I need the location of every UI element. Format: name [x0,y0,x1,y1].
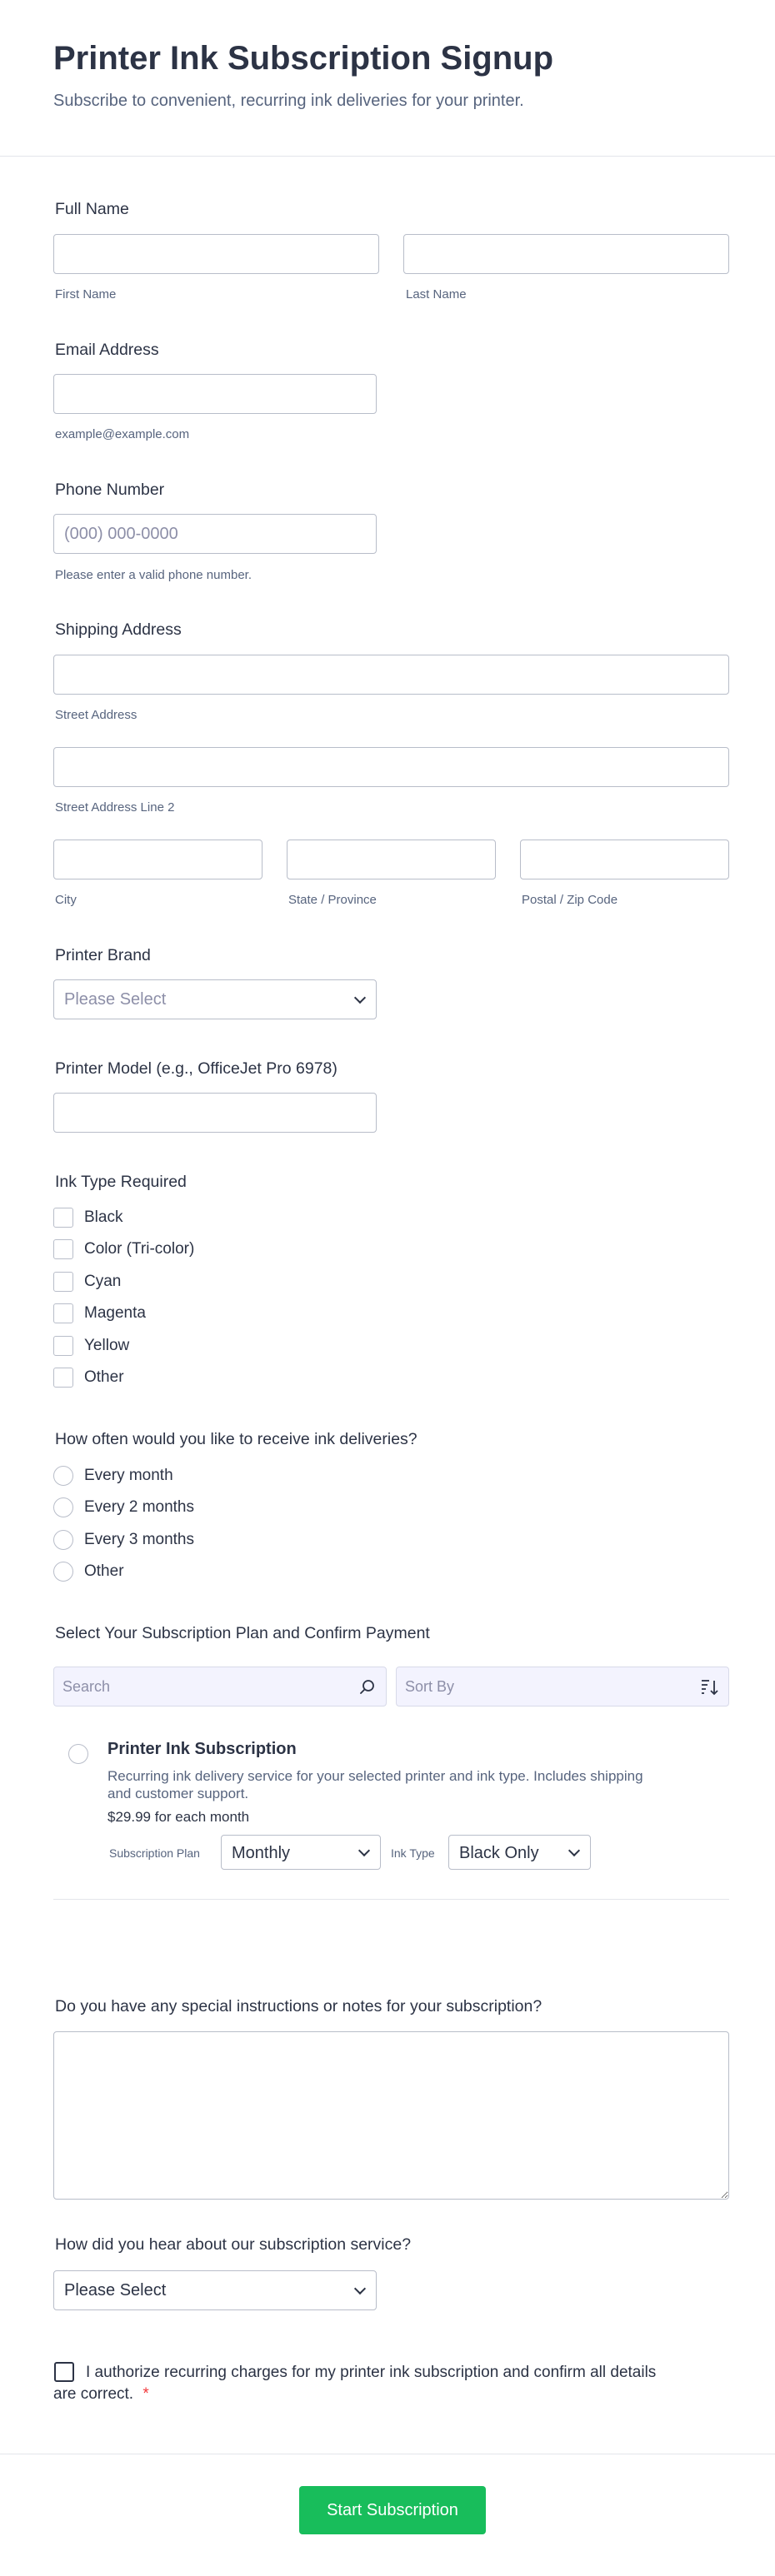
ink-type-option-label: Magenta [84,1304,146,1322]
printer-brand-select[interactable]: Please Select [53,979,377,1019]
email-sublabel: example@example.com [55,427,190,441]
subscription-plan-select[interactable]: Monthly [221,1835,381,1870]
printer-model-label: Printer Model (e.g., OfficeJet Pro 6978) [55,1059,338,1078]
referral-value: Please Select [64,2281,167,2299]
chevron-down-icon [353,2282,367,2295]
phone-label: Phone Number [55,481,165,499]
search-icon [360,1680,374,1694]
printer-model-input[interactable] [53,1093,377,1133]
referral-select[interactable]: Please Select [53,2270,377,2310]
product-radio[interactable] [68,1744,88,1764]
address-label: Shipping Address [55,620,182,639]
frequency-option-label: Every 3 months [84,1531,194,1548]
first-name-sublabel: First Name [55,287,117,301]
referral-label: How did you hear about our subscription … [55,2235,412,2254]
last-name-sublabel: Last Name [406,287,467,301]
page-title: Printer Ink Subscription Signup [53,40,554,77]
frequency-label: How often would you like to receive ink … [55,1430,418,1448]
plan-divider [53,1899,729,1900]
product-name: Printer Ink Subscription [108,1740,297,1758]
email-label: Email Address [55,341,159,359]
notes-label: Do you have any special instructions or … [55,1997,542,2015]
last-name-input[interactable] [403,234,729,274]
ink-type-checkbox[interactable] [53,1368,73,1388]
header-divider [0,156,775,157]
product-item[interactable]: Printer Ink Subscription Recurring ink d… [53,1732,729,1899]
start-subscription-button[interactable]: Start Subscription [299,2486,486,2534]
frequency-radio[interactable] [53,1530,73,1550]
ink-type-label: Ink Type Required [55,1173,187,1191]
product-price-row: $29.99 for each month [108,1809,249,1826]
plan-label: Select Your Subscription Plan and Confir… [55,1624,430,1642]
chevron-down-icon [568,1844,581,1857]
ink-type-checkbox[interactable] [53,1239,73,1259]
subscription-plan-value: Monthly [232,1844,291,1862]
chevron-down-icon [358,1844,371,1857]
street-address-input[interactable] [53,655,729,695]
ink-type-checkbox[interactable] [53,1303,73,1323]
phone-placeholder: (000) 000-0000 [64,525,178,543]
email-input[interactable] [53,374,377,414]
state-sublabel: State / Province [288,893,377,907]
required-marker: * [142,2385,149,2403]
city-input[interactable] [53,840,262,879]
first-name-input[interactable] [53,234,379,274]
ink-type-option-label: Other [84,1368,124,1386]
phone-input[interactable]: (000) 000-0000 [53,514,377,554]
ink-type-select[interactable]: Black Only [448,1835,591,1870]
product-price-suffix: for each month [154,1809,250,1825]
authorize-text: I authorize recurring charges for my pri… [53,2362,662,2405]
product-description: Recurring ink delivery service for your … [108,1768,643,1801]
search-placeholder: Search [62,1678,111,1695]
product-search-input[interactable]: Search [53,1667,387,1707]
frequency-radio[interactable] [53,1497,73,1517]
street-address-sublabel: Street Address [55,708,138,722]
frequency-radio[interactable] [53,1466,73,1486]
product-price: $29.99 [108,1809,151,1825]
sort-by-select[interactable]: Sort By [396,1667,729,1707]
city-sublabel: City [55,893,77,907]
zip-sublabel: Postal / Zip Code [522,893,618,907]
street-address-2-input[interactable] [53,747,729,787]
ink-type-checkbox[interactable] [53,1208,73,1228]
subscription-plan-label: Subscription Plan [109,1846,200,1860]
ink-type-option-label: Color (Tri-color) [84,1240,195,1258]
ink-type-option-label: Black [84,1208,123,1226]
frequency-option-label: Every month [84,1467,173,1484]
frequency-option-label: Other [84,1562,124,1580]
ink-type-checkbox[interactable] [53,1336,73,1356]
street-address-2-sublabel: Street Address Line 2 [55,800,175,815]
sort-placeholder: Sort By [405,1678,455,1695]
ink-type-option-label: Cyan [84,1273,122,1290]
page-subtitle: Subscribe to convenient, recurring ink d… [53,92,524,110]
full-name-label: Full Name [55,200,129,218]
state-input[interactable] [287,840,496,879]
chevron-down-icon [353,991,367,1004]
notes-textarea[interactable] [53,2031,729,2200]
ink-type-checkbox[interactable] [53,1272,73,1292]
ink-type-select-label: Ink Type [391,1846,435,1860]
ink-type-option-label: Yellow [84,1337,130,1354]
frequency-option-label: Every 2 months [84,1498,194,1516]
frequency-radio[interactable] [53,1562,73,1582]
zip-input[interactable] [520,840,729,879]
printer-brand-placeholder: Please Select [64,990,167,1009]
printer-brand-label: Printer Brand [55,946,151,964]
ink-type-select-value: Black Only [459,1844,539,1862]
phone-sublabel: Please enter a valid phone number. [55,568,252,582]
sort-icon [702,1680,718,1696]
